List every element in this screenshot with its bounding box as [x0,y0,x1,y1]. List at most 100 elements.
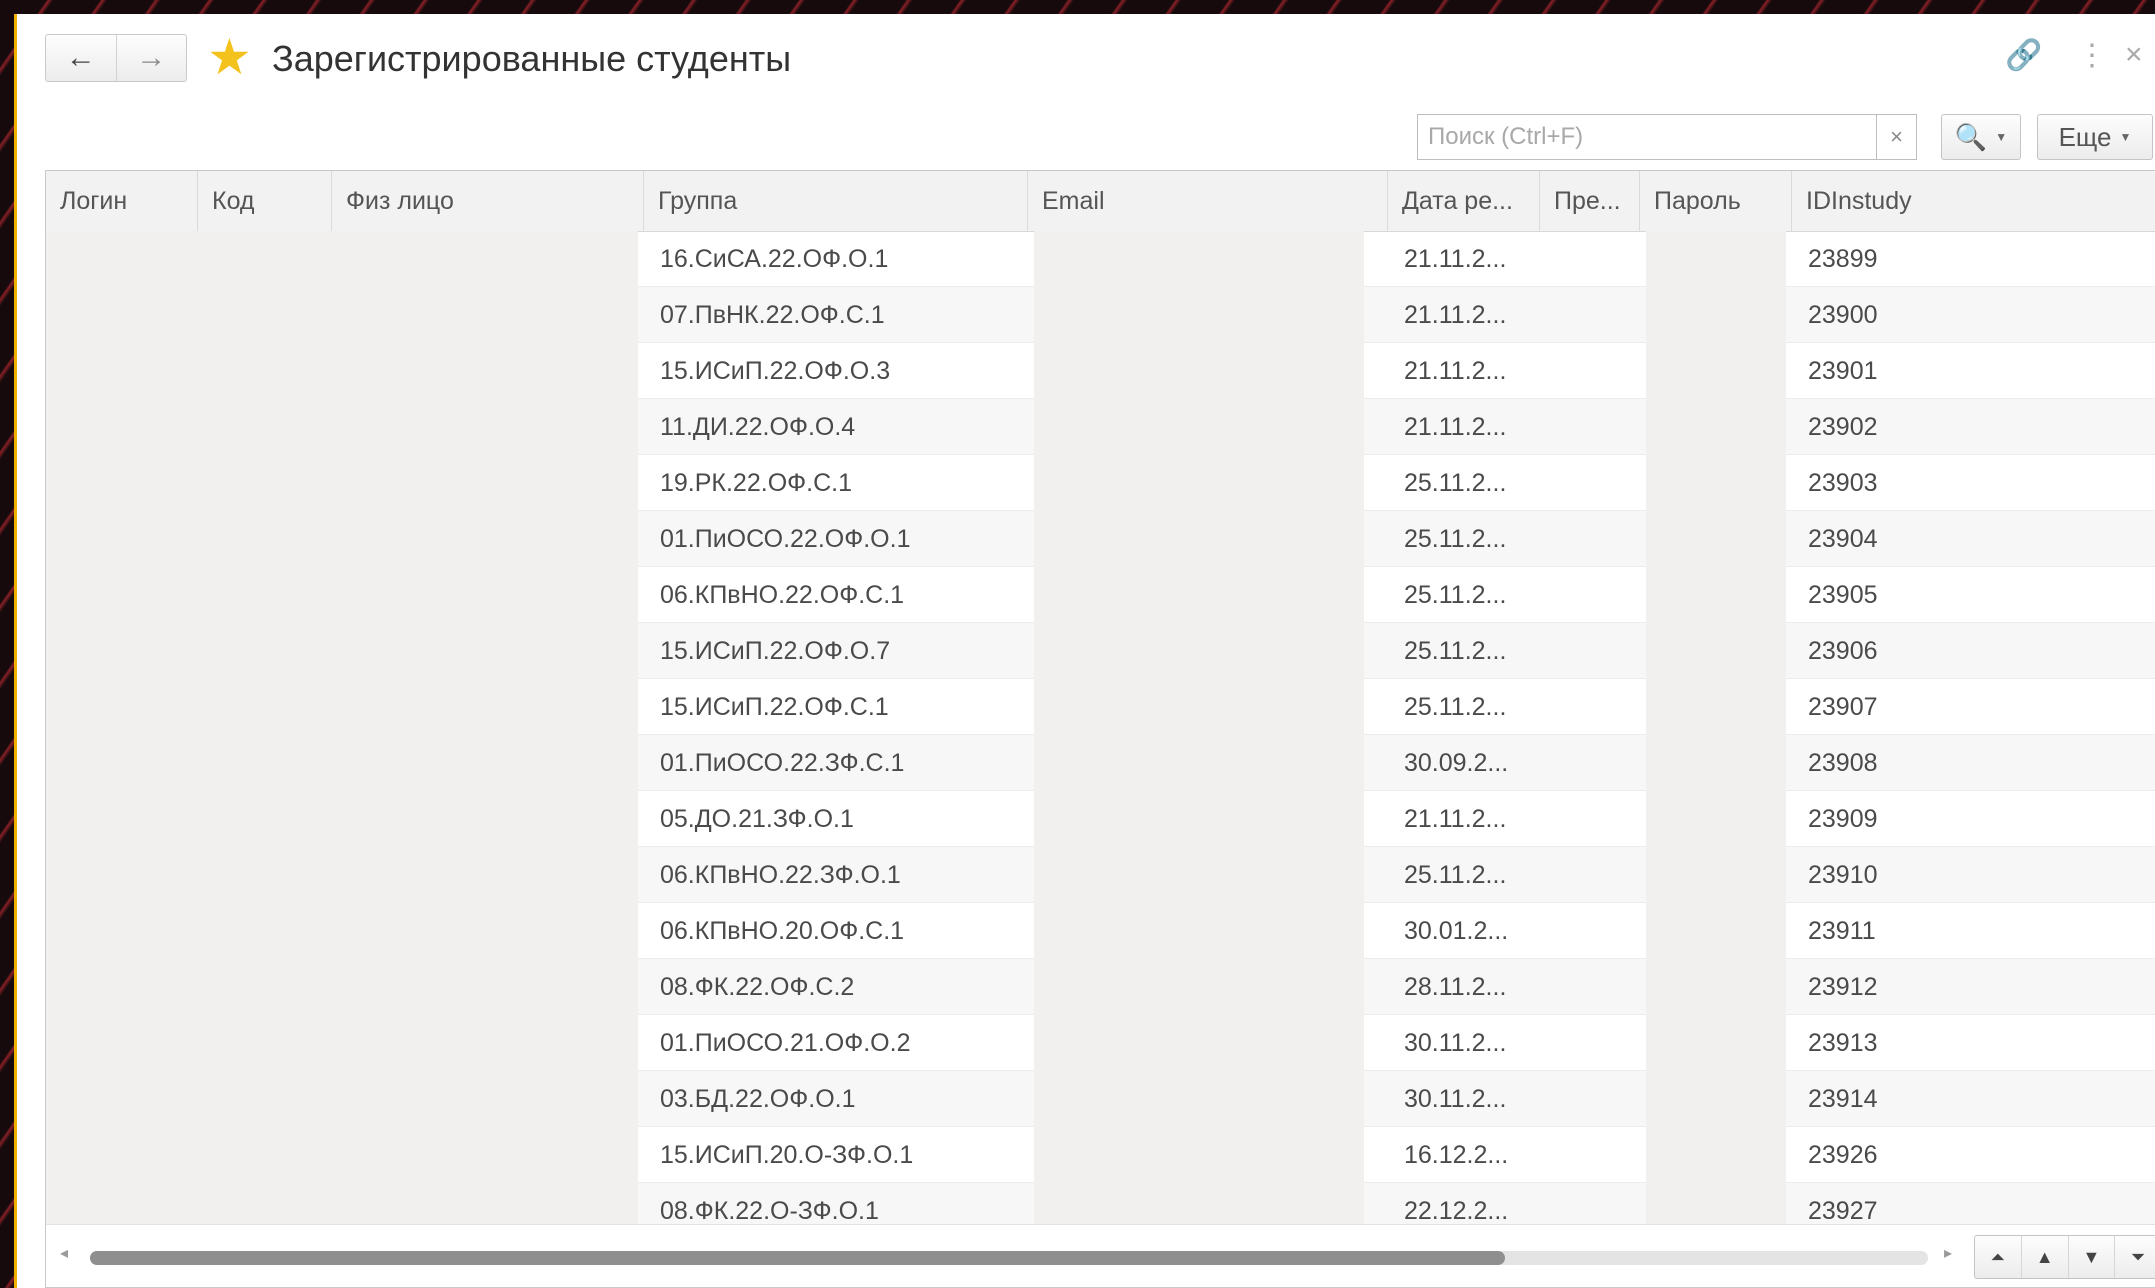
toolbar: × 🔍 ▼ Еще ▼ [17,102,2155,174]
last-icon: ⏷ [2130,1246,2146,1267]
next-row-button[interactable]: ▼ [2067,1236,2115,1278]
cell-idinstudy: 23910 [1808,861,1878,889]
cell-idinstudy: 23908 [1808,749,1878,777]
column-header-login[interactable]: Логин [46,171,198,231]
cell-idinstudy: 23914 [1808,1085,1878,1113]
column-header-group[interactable]: Группа [644,171,1028,231]
cell-group: 06.КПвНО.22.ОФ.С.1 [660,581,905,609]
cell-reg-date: 25.11.2... [1404,469,1507,497]
cell-group: 01.ПиОСО.22.ОФ.О.1 [660,525,911,553]
cell-reg-date: 25.11.2... [1404,581,1507,609]
cell-reg-date: 21.11.2... [1404,301,1507,329]
cell-idinstudy: 23903 [1808,469,1878,497]
search-box [1417,114,1877,160]
row-pager: ⏶ ▲ ▼ ⏷ [1974,1235,2155,1279]
scroll-track[interactable] [90,1251,1928,1265]
cell-reg-date: 21.11.2... [1404,245,1507,273]
redacted-area-password [1646,231,1786,1227]
column-header-idinstudy[interactable]: IDInstudy [1792,171,2155,231]
cell-idinstudy: 23926 [1808,1141,1878,1169]
cell-group: 05.ДО.21.ЗФ.О.1 [660,805,854,833]
cell-reg-date: 30.09.2... [1404,749,1509,777]
cell-idinstudy: 23907 [1808,693,1878,721]
next-icon: ▼ [2082,1246,2101,1267]
cell-reg-date: 21.11.2... [1404,357,1507,385]
cell-group: 01.ПиОСО.21.ОФ.О.2 [660,1029,911,1057]
cell-group: 07.ПвНК.22.ОФ.С.1 [660,301,885,329]
table-header: Логин Код Физ лицо Группа Email Дата ре.… [46,171,2155,232]
first-icon: ⏶ [1990,1246,2006,1267]
search-button[interactable]: 🔍 ▼ [1941,114,2021,160]
cell-idinstudy: 23913 [1808,1029,1878,1057]
cell-group: 03.БД.22.ОФ.О.1 [660,1085,856,1113]
forward-button[interactable]: → [115,35,187,81]
cell-idinstudy: 23900 [1808,301,1878,329]
cell-reg-date: 21.11.2... [1404,805,1507,833]
redacted-area-email [1034,231,1364,1227]
chevron-down-icon: ▼ [1995,130,2008,144]
cell-group: 15.ИСиП.22.ОФ.С.1 [660,693,889,721]
cell-reg-date: 25.11.2... [1404,637,1507,665]
column-header-person[interactable]: Физ лицо [332,171,644,231]
cell-group: 06.КПвНО.22.ЗФ.О.1 [660,861,901,889]
column-header-email[interactable]: Email [1028,171,1388,231]
cell-group: 06.КПвНО.20.ОФ.С.1 [660,917,905,945]
arrow-right-icon: → [136,41,167,74]
redacted-area-login-person [46,231,638,1227]
arrow-left-icon: ← [65,41,96,74]
cell-reg-date: 21.11.2... [1404,413,1507,441]
prev-row-button[interactable]: ▲ [2020,1236,2068,1278]
column-header-pre[interactable]: Пре... [1540,171,1640,231]
navigation-buttons: ← → [45,34,187,82]
scroll-thumb[interactable] [90,1251,1505,1265]
chevron-down-icon: ▼ [2119,130,2132,144]
column-header-password[interactable]: Пароль [1640,171,1792,231]
cell-idinstudy: 23901 [1808,357,1878,385]
cell-reg-date: 28.11.2... [1404,973,1507,1001]
scroll-right-icon[interactable]: ▸ [1944,1243,1952,1263]
cell-reg-date: 30.11.2... [1404,1029,1507,1057]
search-clear-button[interactable]: × [1877,114,1917,160]
back-button[interactable]: ← [46,35,116,81]
cell-reg-date: 25.11.2... [1404,861,1507,889]
cell-idinstudy: 23909 [1808,805,1878,833]
cell-reg-date: 25.11.2... [1404,525,1507,553]
prev-icon: ▲ [2035,1246,2054,1267]
first-row-button[interactable]: ⏶ [1975,1236,2021,1278]
page-title: Зарегистрированные студенты [272,38,792,79]
search-input[interactable] [1418,115,1876,159]
cell-group: 08.ФК.22.ОФ.С.2 [660,973,855,1001]
title-bar: ← → ★ Зарегистрированные студенты 🔗 ⋮ × [17,14,2155,102]
cell-reg-date: 16.12.2... [1404,1141,1509,1169]
last-row-button[interactable]: ⏷ [2114,1236,2155,1278]
link-icon[interactable]: 🔗 [2005,38,2042,73]
cell-idinstudy: 23904 [1808,525,1878,553]
cell-reg-date: 30.11.2... [1404,1085,1507,1113]
magnifier-icon: 🔍 [1954,121,1988,152]
more-actions-button[interactable]: Еще ▼ [2037,114,2153,160]
cell-group: 19.РК.22.ОФ.С.1 [660,469,852,497]
students-table: Логин Код Физ лицо Группа Email Дата ре.… [45,170,2155,1288]
more-vertical-icon[interactable]: ⋮ [2077,38,2107,73]
scroll-left-icon[interactable]: ◂ [60,1243,68,1263]
cell-idinstudy: 23911 [1808,917,1876,945]
clear-icon: × [1890,124,1903,149]
cell-reg-date: 25.11.2... [1404,693,1507,721]
more-actions-label: Еще [2058,121,2112,152]
cell-group: 15.ИСиП.20.О-ЗФ.О.1 [660,1141,914,1169]
cell-group: 01.ПиОСО.22.ЗФ.С.1 [660,749,905,777]
form-window: ← → ★ Зарегистрированные студенты 🔗 ⋮ × … [14,14,2155,1288]
close-icon[interactable]: × [2125,38,2143,72]
cell-reg-date: 30.01.2... [1404,917,1509,945]
cell-idinstudy: 23905 [1808,581,1878,609]
cell-group: 15.ИСиП.22.ОФ.О.3 [660,357,891,385]
cell-idinstudy: 23899 [1808,245,1878,273]
column-header-code[interactable]: Код [198,171,332,231]
horizontal-scrollbar[interactable]: ◂ ▸ ⏶ ▲ ▼ ⏷ [46,1224,2155,1287]
cell-idinstudy: 23912 [1808,973,1878,1001]
column-header-reg-date[interactable]: Дата ре... [1388,171,1540,231]
favorite-star-icon[interactable]: ★ [207,32,252,82]
cell-idinstudy: 23906 [1808,637,1878,665]
cell-group: 11.ДИ.22.ОФ.О.4 [660,413,856,441]
cell-group: 15.ИСиП.22.ОФ.О.7 [660,637,891,665]
